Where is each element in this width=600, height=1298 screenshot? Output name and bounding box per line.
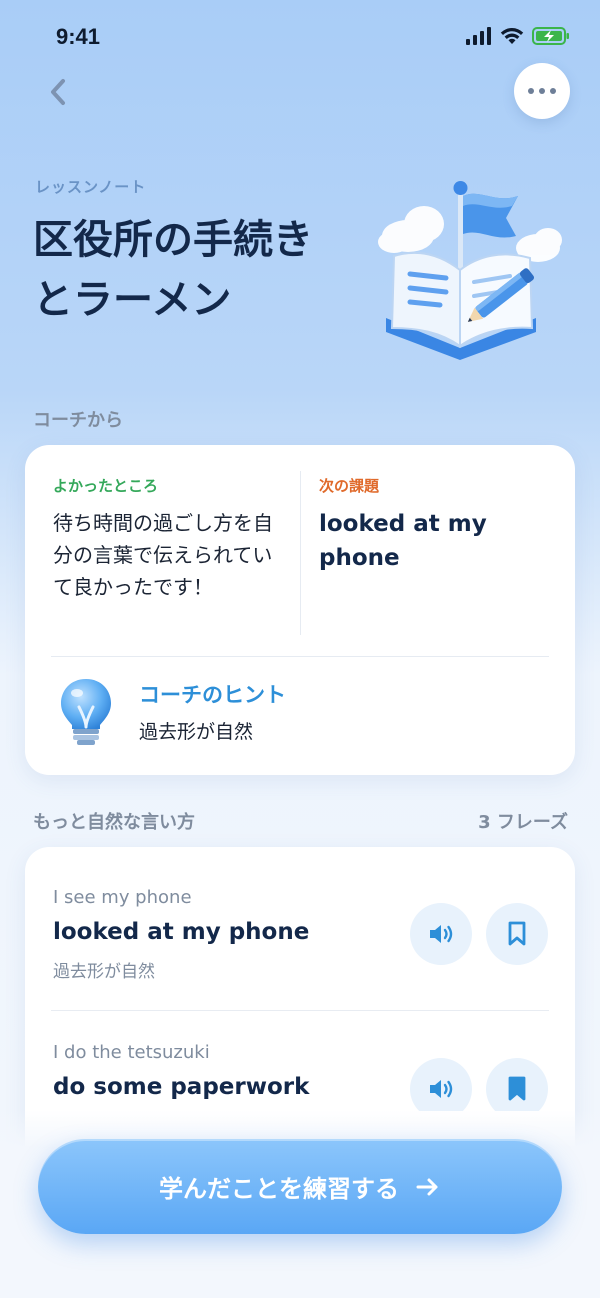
coach-feedback-card: よかったところ 待ち時間の過ごし方を自分の言葉で伝えられていて良かったです！ 次… (25, 445, 575, 775)
natural-phrases-label: もっと自然な言い方 (33, 812, 195, 833)
status-time: 9:41 (56, 24, 101, 49)
next-task-text: looked at my phone (319, 511, 487, 571)
phrase-item: I see my phone looked at my phone 過去形が自然 (25, 847, 575, 1001)
good-points-label: よかったところ (53, 477, 159, 495)
card-divider (51, 656, 549, 657)
bookmark-filled-icon (508, 1076, 526, 1101)
battery-charging-icon (532, 27, 569, 45)
phrase-original: I see my phone (53, 887, 192, 908)
status-icons (466, 26, 570, 46)
bookmark-icon (508, 921, 526, 946)
more-icon-dot (550, 88, 556, 94)
signal-icon (466, 27, 491, 45)
next-task-label: 次の課題 (319, 477, 380, 495)
more-button[interactable] (514, 63, 570, 119)
practice-cta-button[interactable]: 学んだことを練習する (38, 1139, 562, 1234)
column-divider (300, 471, 301, 635)
bookmark-button[interactable] (486, 903, 548, 965)
bookmark-button[interactable] (486, 1058, 548, 1111)
coach-hint-title: コーチのヒント (139, 683, 286, 707)
coach-hint-text: 過去形が自然 (139, 721, 254, 743)
good-points-text: 待ち時間の過ごし方を自分の言葉で伝えられていて良かったです！ (53, 511, 273, 599)
play-audio-button[interactable] (410, 1058, 472, 1111)
phrases-card: I see my phone looked at my phone 過去形が自然… (25, 847, 575, 1147)
lightbulb-icon (61, 679, 111, 745)
more-icon-dot (539, 88, 545, 94)
title-line-2: とラーメン (33, 277, 232, 323)
phrase-natural: do some paperwork (53, 1074, 310, 1100)
title-line-1: 区役所の手続き (33, 217, 313, 263)
page-title: 区役所の手続き とラーメン (33, 210, 363, 330)
cta-label: 学んだことを練習する (159, 1175, 399, 1203)
chevron-left-icon (51, 79, 65, 105)
back-button[interactable] (40, 72, 76, 112)
speaker-icon (430, 1080, 453, 1098)
lesson-eyebrow: レッスンノート (35, 178, 147, 196)
phrase-natural: looked at my phone (53, 919, 310, 945)
coach-section-label: コーチから (33, 410, 123, 431)
more-icon-dot (528, 88, 534, 94)
phrase-item: I do the tetsuzuki do some paperwork (25, 1002, 575, 1111)
arrow-right-icon (415, 1174, 441, 1200)
play-audio-button[interactable] (410, 903, 472, 965)
wifi-icon (500, 28, 524, 44)
notebook-flag-illustration (378, 181, 562, 360)
phrase-count: 3 フレーズ (478, 812, 568, 833)
phrases-scroll-area[interactable]: I see my phone looked at my phone 過去形が自然… (25, 847, 575, 1111)
phrase-note: 過去形が自然 (53, 962, 155, 982)
phrase-original: I do the tetsuzuki (53, 1042, 210, 1063)
speaker-icon (430, 925, 453, 943)
